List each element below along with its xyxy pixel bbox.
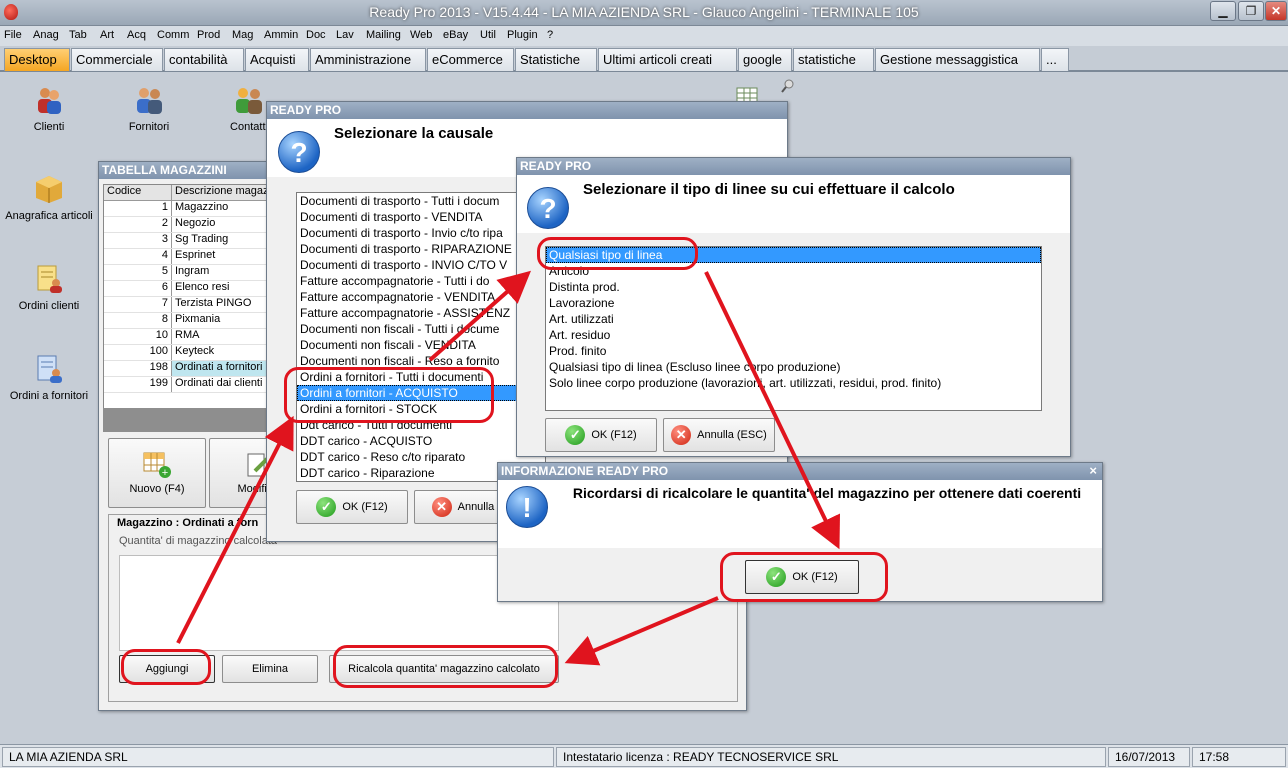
status-time: 17:58	[1192, 747, 1286, 767]
status-license: Intestatario licenza : READY TECNOSERVIC…	[556, 747, 1106, 767]
status-company: LA MIA AZIENDA SRL	[2, 747, 554, 767]
status-date: 16/07/2013	[1108, 747, 1190, 767]
status-bar: LA MIA AZIENDA SRL Intestatario licenza …	[0, 744, 1288, 768]
annotation-arrows	[176, 270, 841, 666]
